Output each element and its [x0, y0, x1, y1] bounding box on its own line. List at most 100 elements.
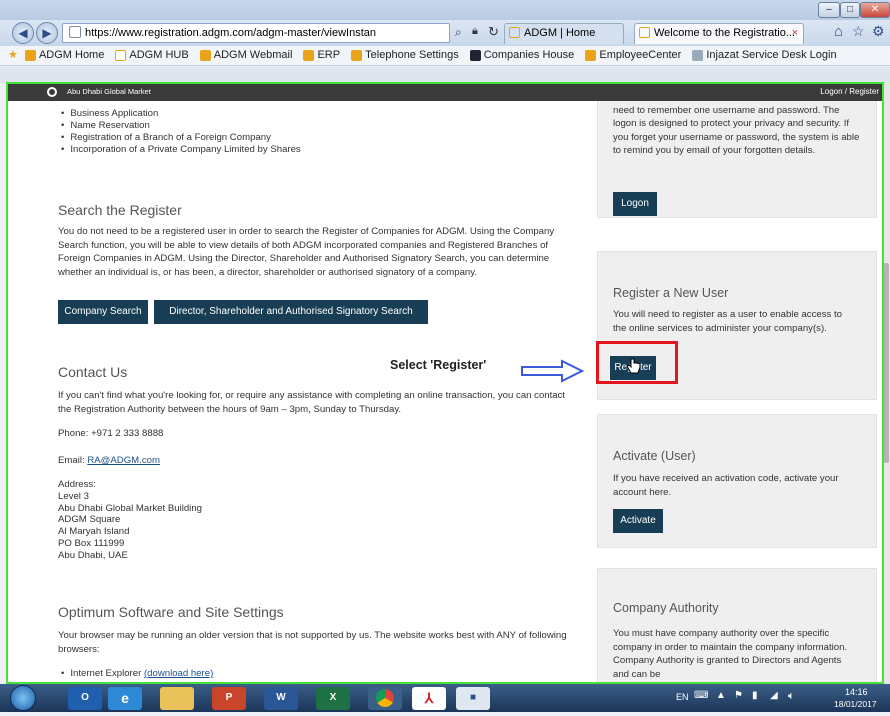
- search-icon[interactable]: ⌕: [455, 25, 462, 40]
- fav-icon: [303, 49, 315, 61]
- back-icon[interactable]: ◀: [12, 22, 34, 44]
- site-logo-text: Abu Dhabi Global Market: [67, 87, 151, 96]
- register-title: Register a New User: [613, 286, 729, 300]
- arrow-right-icon: [521, 359, 584, 383]
- fav-erp[interactable]: ERP: [303, 49, 340, 61]
- minimize-button[interactable]: –: [818, 2, 840, 18]
- tab-favicon: [509, 27, 520, 38]
- start-button[interactable]: [10, 685, 36, 711]
- logon-panel: A logon is used to access many online se…: [597, 83, 877, 218]
- fav-icon: [692, 49, 704, 61]
- favorites-star-icon[interactable]: ★: [8, 49, 18, 61]
- favorites-star-icon[interactable]: ☆: [852, 23, 865, 40]
- scrollbar-thumb[interactable]: [884, 263, 889, 463]
- service-list: Business Application Name Reservation Re…: [61, 108, 301, 156]
- signal-icon[interactable]: ◢: [770, 690, 778, 701]
- network-icon[interactable]: ▮: [752, 690, 758, 701]
- outlook-icon[interactable]: O: [68, 687, 102, 710]
- logon-register-link[interactable]: Logon / Register: [820, 83, 879, 101]
- close-button[interactable]: ✕: [860, 2, 890, 18]
- tab-label: ADGM | Home: [524, 27, 596, 39]
- maximize-button[interactable]: □: [840, 2, 860, 18]
- browser-list: Internet Explorer (download here): [61, 668, 213, 680]
- address-line: Level 3: [58, 490, 89, 502]
- excel-icon[interactable]: X: [316, 687, 350, 710]
- acrobat-icon[interactable]: ⅄: [412, 687, 446, 710]
- forward-icon[interactable]: ▶: [36, 22, 58, 44]
- site-header-bar: Abu Dhabi Global Market Logon / Register: [7, 83, 883, 101]
- fav-adgm-home[interactable]: ADGM Home: [24, 49, 104, 61]
- favorites-bar: ★ ADGM Home ADGM HUB ADGM Webmail ERP Te…: [0, 46, 890, 66]
- tab-adgm-home[interactable]: ADGM | Home: [504, 23, 624, 44]
- activate-button[interactable]: Activate: [613, 509, 663, 533]
- email-label: Email:: [58, 455, 88, 466]
- address-line: Address:: [58, 479, 96, 490]
- hand-cursor-icon: [626, 358, 641, 374]
- fav-adgm-hub[interactable]: ADGM HUB: [115, 49, 189, 61]
- refresh-icon[interactable]: ↻: [488, 24, 499, 40]
- fav-icon: [351, 49, 363, 61]
- gear-icon[interactable]: ⚙: [872, 23, 885, 40]
- contact-us-title: Contact Us: [58, 364, 128, 380]
- fav-companies-house[interactable]: Companies House: [469, 49, 574, 61]
- web-page: Business Application Name Reservation Re…: [7, 83, 883, 683]
- fav-injazat[interactable]: Injazat Service Desk Login: [692, 49, 837, 61]
- page-icon: [69, 26, 81, 38]
- fav-telephone-settings[interactable]: Telephone Settings: [351, 49, 459, 61]
- tab-registration[interactable]: Welcome to the Registratio... ×: [634, 23, 804, 44]
- clock-time[interactable]: 14:16: [845, 687, 868, 697]
- chrome-icon[interactable]: [368, 687, 402, 710]
- director-search-button[interactable]: Director, Shareholder and Authorised Sig…: [154, 300, 428, 324]
- company-search-button[interactable]: Company Search: [58, 300, 148, 324]
- optimum-title: Optimum Software and Site Settings: [58, 604, 284, 620]
- fav-icon: [115, 49, 127, 61]
- email-line: Email: RA@ADGM.com: [58, 454, 160, 468]
- address-line: Al Maryah Island: [58, 526, 130, 538]
- clock-date[interactable]: 18/01/2017: [834, 699, 877, 709]
- tab-favicon: [639, 27, 650, 38]
- volume-icon[interactable]: 🔈︎: [788, 690, 795, 703]
- tab-close-icon[interactable]: ×: [792, 24, 798, 43]
- phone-text: Phone: +971 2 333 8888: [58, 428, 164, 439]
- address-line: Abu Dhabi, UAE: [58, 549, 128, 561]
- fav-icon: [24, 49, 36, 61]
- keyboard-icon[interactable]: ⌨: [694, 690, 708, 701]
- activate-title: Activate (User): [613, 449, 696, 463]
- ie-icon[interactable]: e: [108, 687, 142, 710]
- page-scrollbar[interactable]: [883, 83, 890, 684]
- windows-taskbar: O e P W X ⅄ ■ EN ⌨ ▲ ⚑ ▮ ◢ 🔈︎ 14:16 18/0…: [0, 684, 890, 712]
- address-bar[interactable]: https://www.registration.adgm.com/adgm-m…: [62, 23, 450, 43]
- register-text: You will need to register as a user to e…: [613, 309, 842, 334]
- browser-navbar: ◀ ▶ https://www.registration.adgm.com/ad…: [0, 20, 890, 46]
- fav-icon: [199, 49, 211, 61]
- activate-text: If you have received an activation code,…: [613, 473, 839, 498]
- explorer-icon[interactable]: [160, 687, 194, 710]
- url-text: https://www.registration.adgm.com/adgm-m…: [85, 27, 377, 39]
- email-link[interactable]: RA@ADGM.com: [87, 455, 160, 466]
- select-register-annotation: Select 'Register': [390, 358, 487, 372]
- activate-panel: Activate (User) If you have received an …: [597, 414, 877, 548]
- list-item: Registration of a Branch of a Foreign Co…: [61, 132, 301, 144]
- optimum-text: Your browser may be running an older ver…: [58, 630, 567, 655]
- home-icon[interactable]: ⌂: [834, 23, 843, 40]
- contact-text: If you can't find what you're looking fo…: [58, 390, 566, 415]
- fav-employee-center[interactable]: EmployeeCenter: [585, 49, 681, 61]
- list-item: Incorporation of a Private Company Limit…: [61, 144, 300, 156]
- address-line: PO Box 111999: [58, 537, 125, 549]
- logon-button[interactable]: Logon: [613, 192, 657, 216]
- list-item: Internet Explorer (download here): [61, 668, 213, 680]
- download-link[interactable]: (download here): [144, 668, 213, 679]
- authority-text: You must have company authority over the…: [613, 628, 848, 680]
- flag-icon[interactable]: ⚑: [734, 690, 743, 701]
- adgm-logo-icon: [47, 87, 57, 97]
- powerpoint-icon[interactable]: P: [212, 687, 246, 710]
- word-icon[interactable]: W: [264, 687, 298, 710]
- page-top-strip: [0, 67, 890, 83]
- fav-adgm-webmail[interactable]: ADGM Webmail: [199, 49, 292, 61]
- fav-icon: [585, 49, 597, 61]
- chrome-circle: [376, 689, 394, 707]
- media-icon[interactable]: ■: [456, 687, 490, 710]
- company-authority-panel: Company Authority You must have company …: [597, 568, 877, 683]
- language-indicator[interactable]: EN: [676, 692, 689, 702]
- show-hidden-icons[interactable]: ▲: [716, 690, 726, 701]
